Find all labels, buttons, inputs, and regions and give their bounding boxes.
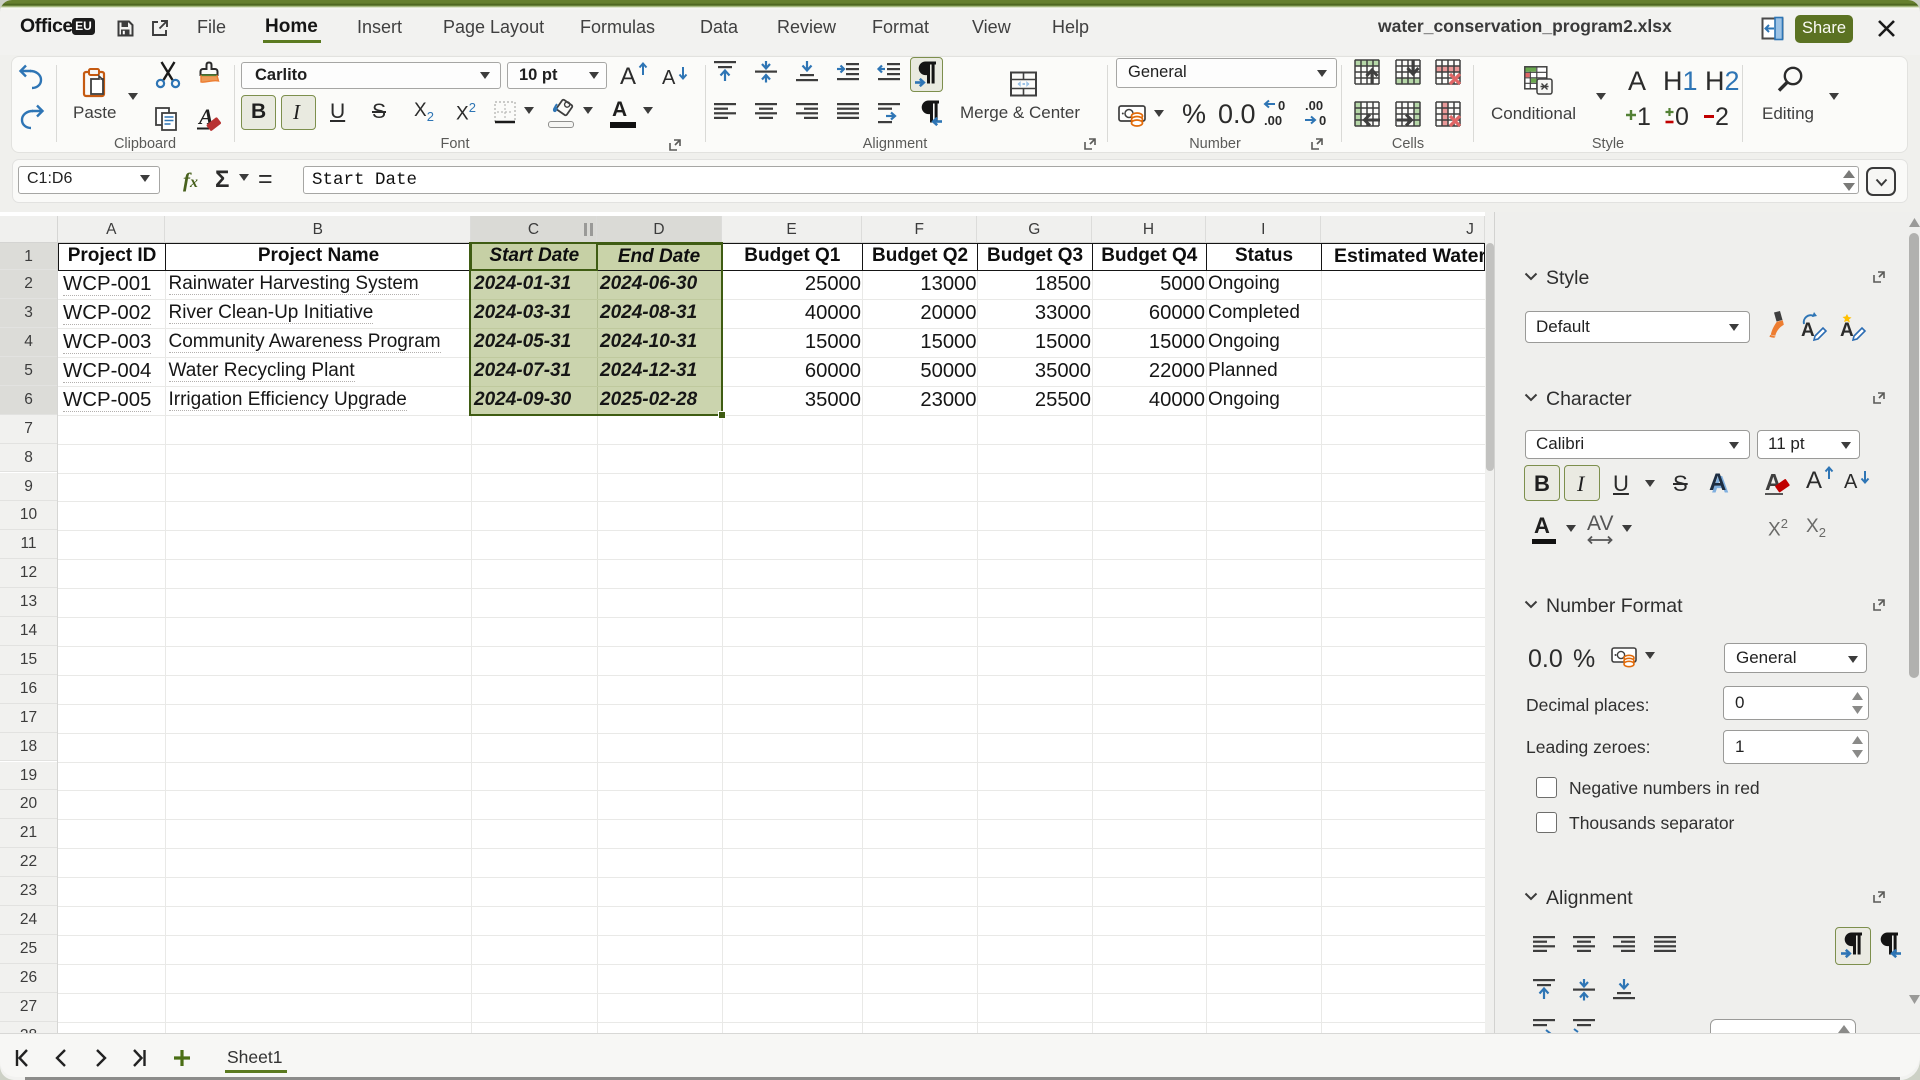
svg-text:0: 0 xyxy=(1319,113,1326,128)
svg-text:A: A xyxy=(1840,320,1854,341)
svg-text:.00: .00 xyxy=(1264,113,1282,128)
svg-text:0: 0 xyxy=(1278,98,1285,113)
svg-text:.00: .00 xyxy=(1305,98,1323,113)
svg-text:A: A xyxy=(1801,320,1815,341)
